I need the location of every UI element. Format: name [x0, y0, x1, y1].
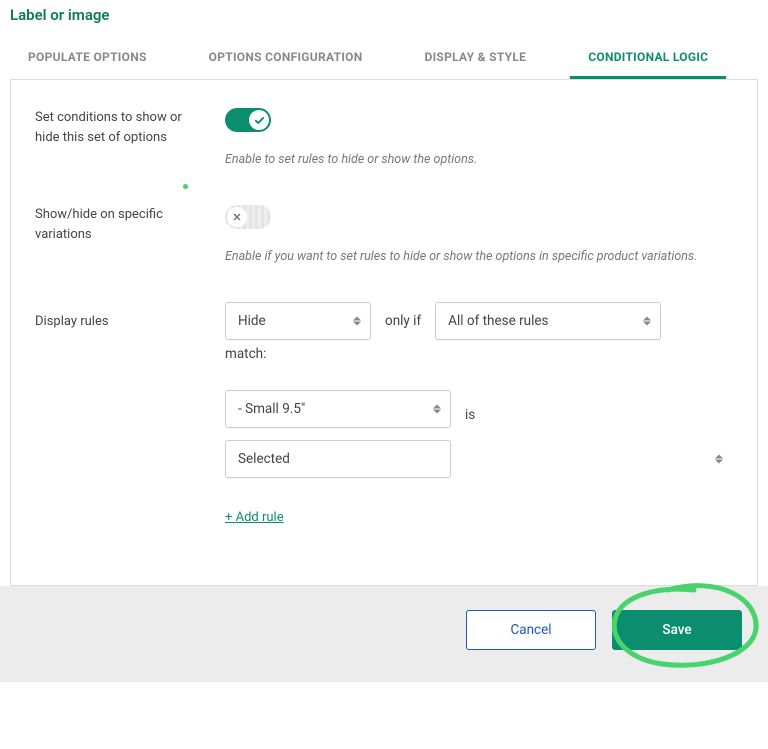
- scope-select-wrap: All of these rules: [435, 302, 661, 340]
- set-conditions-label: Set conditions to show or hide this set …: [35, 108, 225, 147]
- variations-toggle[interactable]: ✕: [225, 205, 271, 229]
- is-text: is: [465, 407, 475, 423]
- close-icon: ✕: [227, 207, 247, 227]
- dot-icon: [183, 184, 188, 189]
- set-conditions-help: Enable to set rules to hide or show the …: [225, 152, 733, 167]
- chevron-updown-icon: [715, 455, 723, 464]
- condition-state-select[interactable]: Selected: [225, 440, 451, 478]
- set-conditions-toggle[interactable]: [225, 108, 271, 132]
- panel-conditional-logic: Set conditions to show or hide this set …: [10, 80, 758, 586]
- action-select[interactable]: Hide: [225, 302, 371, 340]
- footer-bar: Cancel Save: [0, 586, 768, 682]
- variations-help: Enable if you want to set rules to hide …: [225, 249, 733, 264]
- cancel-button[interactable]: Cancel: [466, 610, 596, 650]
- tab-bar: POPULATE OPTIONS OPTIONS CONFIGURATION D…: [10, 38, 758, 80]
- condition-option-select[interactable]: - Small 9.5": [225, 390, 451, 428]
- tab-display-style[interactable]: DISPLAY & STYLE: [407, 38, 545, 79]
- variations-label: Show/hide on specific variations: [35, 205, 225, 244]
- tab-populate-options[interactable]: POPULATE OPTIONS: [10, 38, 165, 79]
- page-title: Label or image: [10, 0, 758, 38]
- tab-options-configuration[interactable]: OPTIONS CONFIGURATION: [191, 38, 381, 79]
- check-icon: [249, 110, 269, 130]
- match-text: match:: [225, 346, 733, 362]
- scope-select[interactable]: All of these rules: [435, 302, 661, 340]
- only-if-text: only if: [385, 313, 421, 329]
- display-rules-label: Display rules: [35, 302, 225, 332]
- save-button[interactable]: Save: [612, 610, 742, 650]
- tab-conditional-logic[interactable]: CONDITIONAL LOGIC: [570, 38, 726, 79]
- action-select-wrap: Hide: [225, 302, 371, 340]
- add-rule-link[interactable]: + Add rule: [225, 510, 284, 525]
